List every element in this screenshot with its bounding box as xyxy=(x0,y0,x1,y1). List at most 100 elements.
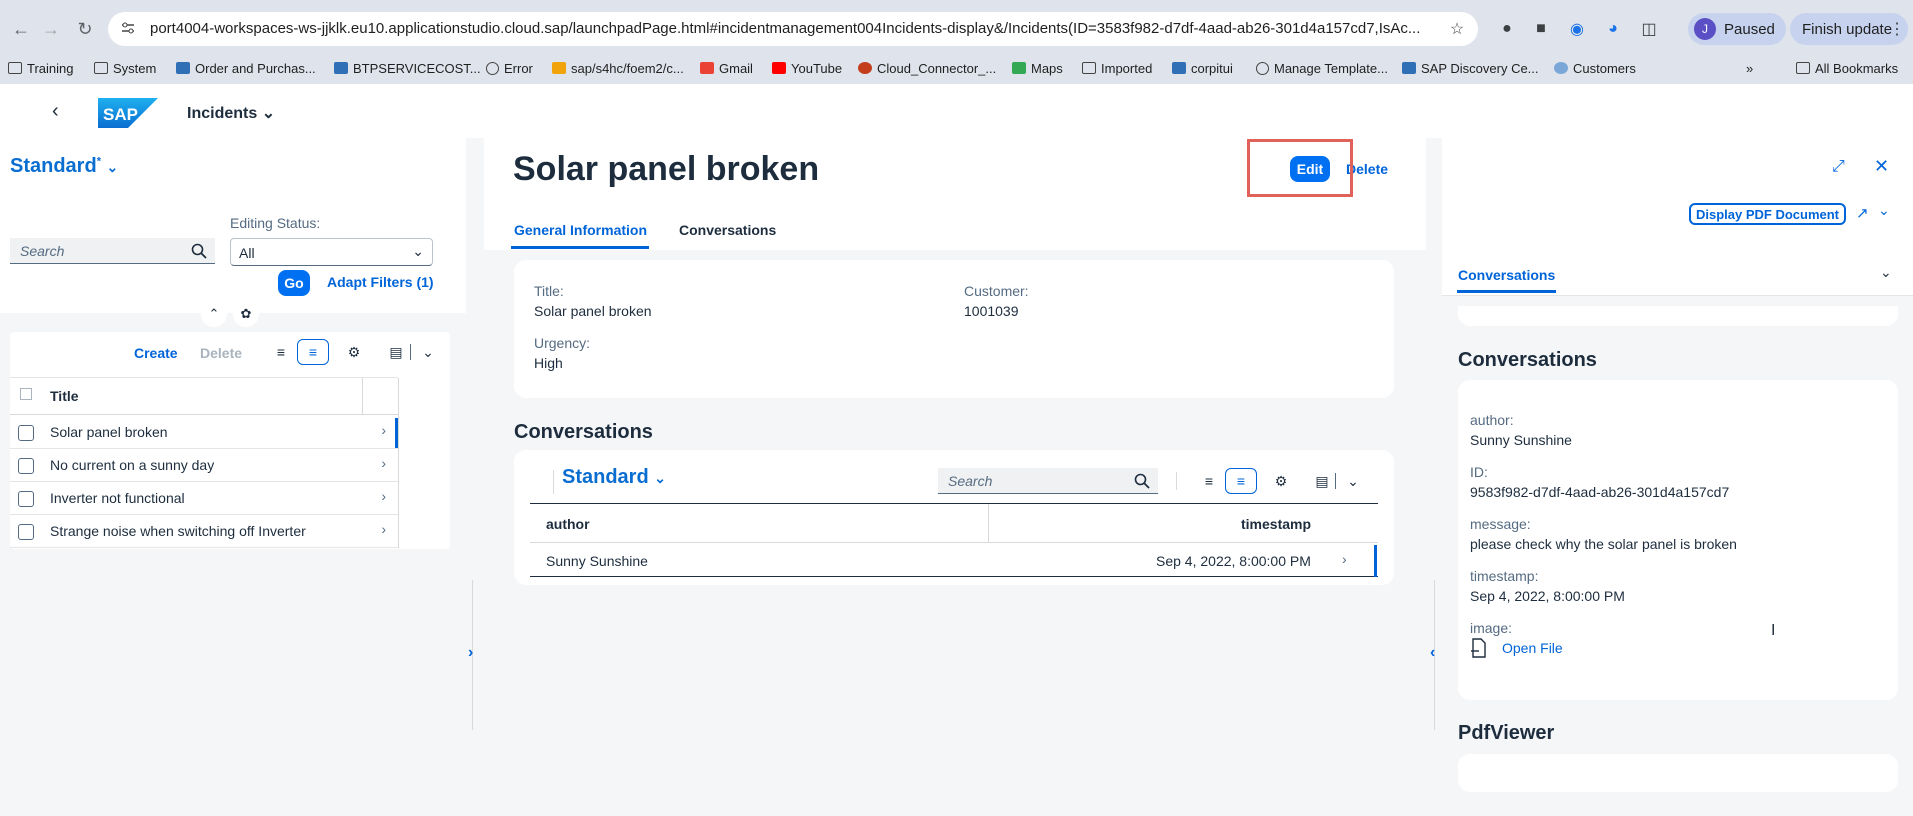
bookmark-item[interactable]: corpitui xyxy=(1172,56,1233,80)
bookmark-item[interactable]: Imported xyxy=(1082,56,1152,80)
sap-logo[interactable]: SAP xyxy=(98,98,158,128)
open-file-link[interactable]: Open File xyxy=(1502,640,1563,656)
search-icon[interactable] xyxy=(1134,473,1150,489)
sort-icon[interactable]: ≡ xyxy=(265,339,297,365)
site-settings-icon[interactable] xyxy=(120,20,136,36)
field-value: Sep 4, 2022, 8:00:00 PM xyxy=(1470,588,1625,604)
create-button[interactable]: Create xyxy=(134,345,178,361)
settings-gear-icon[interactable]: ⚙ xyxy=(1265,468,1297,494)
text-cursor-icon: I xyxy=(1771,622,1776,639)
chevron-down-icon[interactable]: ⌄ xyxy=(1880,264,1892,281)
row-checkbox[interactable] xyxy=(18,491,34,507)
url-text[interactable]: port4004-workspaces-ws-jjklk.eu10.applic… xyxy=(150,20,1430,37)
field-value: 9583f982-d7df-4aad-ab26-301d4a157cd7 xyxy=(1470,484,1730,500)
row-selection-indicator xyxy=(1374,545,1377,577)
bookmark-item[interactable]: Customers xyxy=(1554,56,1636,80)
bookmark-item[interactable]: BTPSERVICECOST... xyxy=(334,56,481,80)
tab-conversations[interactable]: Conversations xyxy=(1458,267,1555,283)
export-icon[interactable]: ▤ xyxy=(1306,468,1338,494)
extension-icon[interactable]: ◕ xyxy=(1602,18,1624,40)
bookmark-item[interactable]: System xyxy=(94,56,156,80)
row-checkbox[interactable] xyxy=(18,524,34,540)
tab-conversations[interactable]: Conversations xyxy=(679,222,776,238)
field-label: Title: xyxy=(534,283,564,299)
bookmark-label: corpitui xyxy=(1191,60,1233,76)
bookmark-item[interactable]: Manage Template... xyxy=(1256,56,1388,80)
chevron-down-icon[interactable]: ⌄ xyxy=(412,339,444,365)
bookmarks-overflow-icon[interactable]: » xyxy=(1746,56,1753,80)
chevron-right-icon[interactable]: › xyxy=(1342,551,1347,567)
collapse-header-icon[interactable]: ⌃ xyxy=(201,301,227,327)
profile-button[interactable]: J Paused xyxy=(1688,13,1786,45)
column-header-author[interactable]: author xyxy=(546,516,590,532)
extension-icon[interactable]: ● xyxy=(1496,18,1518,40)
display-pdf-button[interactable]: Display PDF Document xyxy=(1689,203,1846,225)
highlight-box xyxy=(1247,139,1353,197)
expand-right-icon[interactable]: › xyxy=(468,644,473,662)
toolbar-separator xyxy=(410,344,411,360)
reload-icon[interactable]: ↻ xyxy=(72,16,98,42)
field-label: ID: xyxy=(1470,464,1488,480)
variant-selector[interactable]: Standard ⌄ xyxy=(562,466,666,489)
pin-icon[interactable]: ✿ xyxy=(233,301,259,327)
chevron-right-icon: › xyxy=(381,488,386,504)
row-checkbox[interactable] xyxy=(18,425,34,441)
toolbar-separator xyxy=(1335,473,1336,489)
bookmark-item[interactable]: Gmail xyxy=(700,56,753,80)
editing-status-select[interactable]: All ⌄ xyxy=(230,238,433,266)
chevron-down-icon[interactable]: ⌄ xyxy=(1878,202,1890,219)
bookmark-item[interactable]: YouTube xyxy=(772,56,842,80)
variant-modified-marker: * xyxy=(96,155,101,168)
bookmark-item[interactable]: sap/s4hc/foem2/c... xyxy=(552,56,684,80)
table-row[interactable]: Strange noise when switching off Inverte… xyxy=(10,515,398,548)
bookmark-item[interactable]: Cloud_Connector_... xyxy=(858,56,996,80)
site-icon xyxy=(552,62,566,74)
forward-arrow-icon[interactable]: → xyxy=(38,16,64,42)
search-input[interactable]: Search xyxy=(938,468,1158,494)
condensed-view-icon[interactable]: ≡ xyxy=(297,339,329,365)
extension-icon[interactable]: ■ xyxy=(1530,18,1552,40)
back-icon[interactable]: ‹ xyxy=(52,100,59,123)
all-bookmarks[interactable]: All Bookmarks xyxy=(1796,56,1898,80)
app-title[interactable]: Incidents ⌄ xyxy=(187,103,275,123)
variant-selector[interactable]: Standard* ⌄ xyxy=(10,155,118,178)
tab-general-information[interactable]: General Information xyxy=(514,222,647,238)
bookmark-star-icon[interactable]: ☆ xyxy=(1446,18,1468,40)
bookmark-item[interactable]: Order and Purchas... xyxy=(176,56,316,80)
back-arrow-icon[interactable]: ← xyxy=(8,16,34,42)
close-icon[interactable]: ✕ xyxy=(1874,156,1889,177)
table-row[interactable]: Solar panel broken › xyxy=(10,416,398,449)
column-header-title[interactable]: Title xyxy=(50,388,79,404)
export-icon[interactable]: ▤ xyxy=(380,339,412,365)
table-row[interactable]: No current on a sunny day › xyxy=(10,449,398,482)
settings-gear-icon[interactable]: ⚙ xyxy=(338,339,370,365)
row-checkbox[interactable] xyxy=(18,458,34,474)
adapt-filters-button[interactable]: Adapt Filters (1) xyxy=(327,274,434,290)
expand-left-icon[interactable]: ‹ xyxy=(1430,644,1435,662)
puzzle-icon[interactable]: ◫ xyxy=(1638,18,1660,40)
extension-icon[interactable]: ◉ xyxy=(1566,18,1588,40)
chevron-down-icon: ⌄ xyxy=(106,159,119,175)
search-icon[interactable] xyxy=(191,243,207,259)
column-header-timestamp[interactable]: timestamp xyxy=(1241,516,1311,532)
toolbar-separator xyxy=(553,470,554,494)
go-button[interactable]: Go xyxy=(278,270,310,296)
bookmark-label: Imported xyxy=(1101,60,1153,76)
fullscreen-icon[interactable]: ⤢ xyxy=(1832,158,1845,176)
bookmark-item[interactable]: Error xyxy=(486,56,533,80)
condensed-view-icon[interactable]: ≡ xyxy=(1225,468,1257,494)
table-border xyxy=(398,378,399,548)
bookmark-label: Order and Purchas... xyxy=(195,60,316,76)
table-row[interactable]: Inverter not functional › xyxy=(10,482,398,515)
chevron-down-icon[interactable]: ⌄ xyxy=(1337,468,1369,494)
sort-icon[interactable]: ≡ xyxy=(1193,468,1225,494)
open-external-icon[interactable]: ↗ xyxy=(1856,204,1869,222)
menu-kebab-icon[interactable]: ⋮ xyxy=(1886,18,1908,40)
select-all-icon[interactable] xyxy=(20,388,32,400)
delete-button[interactable]: Delete xyxy=(200,345,242,361)
search-input[interactable]: Search xyxy=(10,238,215,264)
bookmark-item[interactable]: SAP Discovery Ce... xyxy=(1402,56,1539,80)
bookmark-item[interactable]: Training xyxy=(8,56,73,80)
bookmark-item[interactable]: Maps xyxy=(1012,56,1063,80)
gmail-icon xyxy=(700,62,714,74)
